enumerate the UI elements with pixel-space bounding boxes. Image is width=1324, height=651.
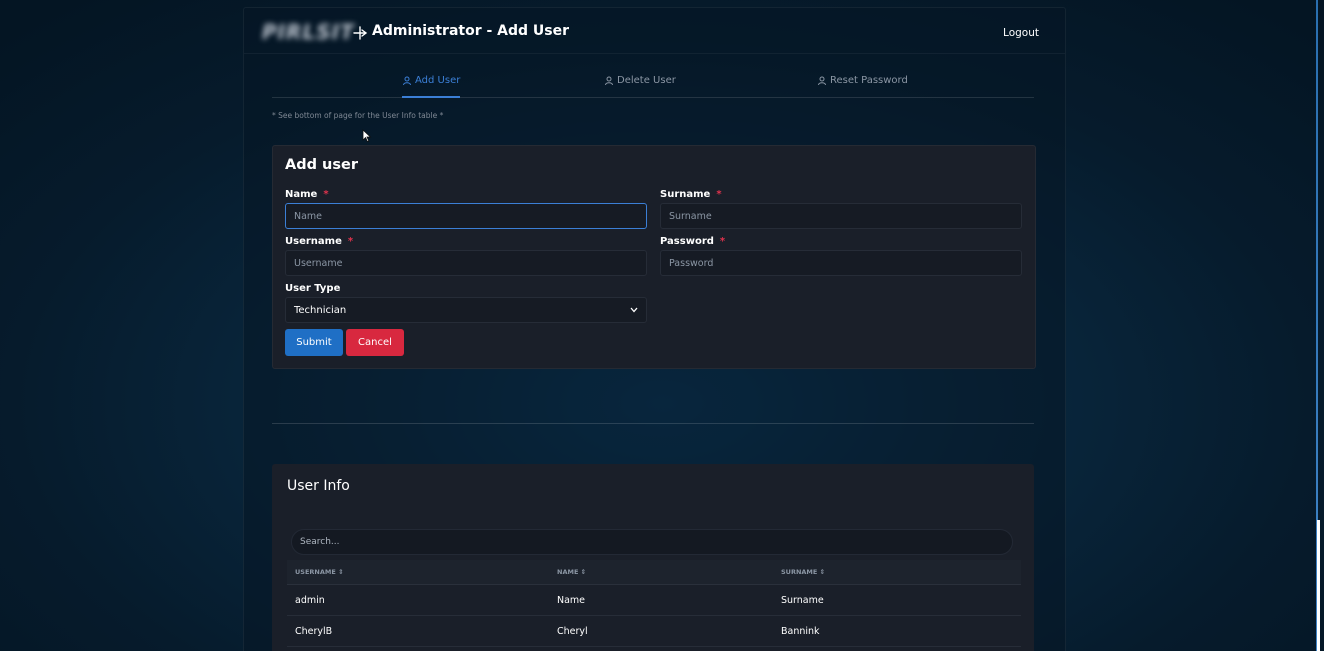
user-key-icon [818,76,826,85]
mouse-cursor-icon [362,129,372,143]
top-navbar: PIRLSIT Administrator - Add User Logout [244,8,1065,54]
scrollbar-thumb[interactable] [1317,520,1320,651]
page-title: Administrator - Add User [372,23,570,39]
table-row[interactable]: CherylB Cheryl Bannink [287,616,1021,647]
tab-reset-password[interactable]: Reset Password [817,75,908,86]
user-type-select[interactable]: Technician [285,297,647,323]
sort-icon: ⇕ [580,568,587,576]
user-plus-icon [403,76,411,85]
admin-panel: PIRLSIT Administrator - Add User Logout … [243,7,1066,651]
brand-logo[interactable]: PIRLSIT [262,20,354,44]
plane-icon [353,26,368,40]
name-label: Name * [285,189,329,200]
form-title: Add user [285,157,358,173]
cell-username: admin [295,595,325,606]
surname-label: Surname * [660,189,722,200]
search-input[interactable] [291,529,1013,555]
column-header-username[interactable]: USERNAME ⇕ [295,568,344,576]
user-info-card: User Info USERNAME ⇕ NAME ⇕ SURNAME ⇕ ad… [272,464,1034,651]
user-type-label: User Type [285,283,341,294]
username-label: Username * [285,236,354,247]
tab-bar: Add User Delete User Reset Password [272,71,1034,98]
table-header: USERNAME ⇕ NAME ⇕ SURNAME ⇕ [287,560,1021,585]
name-input[interactable] [285,203,647,229]
tab-label: Reset Password [830,75,908,86]
cell-username: CherylB [295,626,333,637]
tab-label: Add User [415,75,461,86]
user-info-title: User Info [287,478,350,494]
chevron-down-icon [630,307,638,313]
user-minus-icon [605,76,613,85]
password-label: Password * [660,236,726,247]
username-input[interactable] [285,250,647,276]
column-header-surname[interactable]: SURNAME ⇕ [781,568,825,576]
tab-label: Delete User [617,75,676,86]
user-type-value: Technician [294,304,347,316]
page-note: * See bottom of page for the User Info t… [272,111,444,120]
column-header-name[interactable]: NAME ⇕ [557,568,586,576]
cancel-button[interactable]: Cancel [346,329,404,356]
logout-link[interactable]: Logout [1003,27,1039,39]
sort-icon: ⇕ [819,568,826,576]
section-divider [272,423,1034,424]
tab-delete-user[interactable]: Delete User [604,75,676,86]
tab-add-user[interactable]: Add User [402,75,461,98]
password-input[interactable] [660,250,1022,276]
cell-name: Name [557,595,586,606]
add-user-card: Add user Name* Surname* Username* Passwo… [272,145,1036,369]
submit-button[interactable]: Submit [285,329,343,356]
cell-surname: Surname [781,595,824,606]
cell-surname: Bannink [781,626,820,637]
surname-input[interactable] [660,203,1022,229]
cell-name: Cheryl [557,626,588,637]
sort-icon: ⇕ [338,568,344,576]
table-row[interactable]: admin Name Surname [287,585,1021,616]
